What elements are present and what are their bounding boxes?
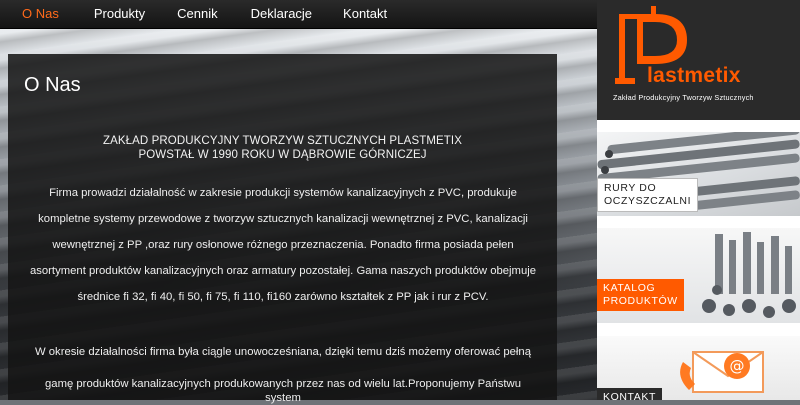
tile-label-rury: RURY DO OCZYSZCZALNI <box>597 178 699 212</box>
nav-cennik[interactable]: Cennik <box>177 0 217 28</box>
intro-line-1: ZAKŁAD PRODUKCYJNY TWORZYW SZTUCZNYCH PL… <box>103 135 462 147</box>
para2-line-2: gamę produktów kanalizacyjnych produkowa… <box>45 378 521 390</box>
logo-subtitle: Zakład Produkcyjny Tworzyw Sztucznych <box>613 93 754 102</box>
tile-rury-do-oczyszczalni[interactable]: RURY DO OCZYSZCZALNI <box>597 132 800 216</box>
tile-label-katalog-line1: KATALOG <box>603 282 656 294</box>
logo-wordmark: lastmetix <box>647 64 741 87</box>
description-paragraph-1: Firma prowadzi działalność w zakresie pr… <box>29 187 537 303</box>
tile-label-rury-line2: OCZYSZCZALNI <box>604 195 692 207</box>
main-menu: O Nas Produkty Cennik Deklaracje Kontakt <box>0 0 387 28</box>
nav-kontakt[interactable]: Kontakt <box>343 0 387 28</box>
page-title: O Nas <box>24 74 81 96</box>
nav-produkty[interactable]: Produkty <box>94 0 145 28</box>
description-paragraph-2: W okresie działalności firma była ciągle… <box>28 339 538 405</box>
intro-line-2: POWSTAŁ W 1990 ROKU W DĄBROWIE GÓRNICZEJ <box>138 149 427 161</box>
tile-label-katalog-line2: PRODUKTÓW <box>603 295 678 307</box>
tile-katalog-produktow[interactable]: KATALOG PRODUKTÓW <box>597 228 800 323</box>
logo[interactable]: lastmetix Zakład Produkcyjny Tworzyw Szt… <box>597 0 800 120</box>
sidebar: lastmetix Zakład Produkcyjny Tworzyw Szt… <box>597 0 800 400</box>
tile-label-rury-line1: RURY DO <box>604 182 657 194</box>
nav-deklaracje[interactable]: Deklaracje <box>251 0 312 28</box>
tile-label-kontakt: KONTAKT <box>597 388 663 400</box>
svg-text:@: @ <box>730 357 745 375</box>
para2-line-3: system <box>265 392 301 404</box>
company-intro-heading: ZAKŁAD PRODUKCYJNY TWORZYW SZTUCZNYCH PL… <box>8 134 557 162</box>
content-panel: O Nas ZAKŁAD PRODUKCYJNY TWORZYW SZTUCZN… <box>8 54 557 404</box>
tile-label-katalog: KATALOG PRODUKTÓW <box>597 279 684 311</box>
nav-o-nas[interactable]: O Nas <box>22 0 59 28</box>
tile-kontakt[interactable]: @ KONTAKT <box>597 336 800 400</box>
para2-line-1: W okresie działalności firma była ciągle… <box>34 346 532 358</box>
